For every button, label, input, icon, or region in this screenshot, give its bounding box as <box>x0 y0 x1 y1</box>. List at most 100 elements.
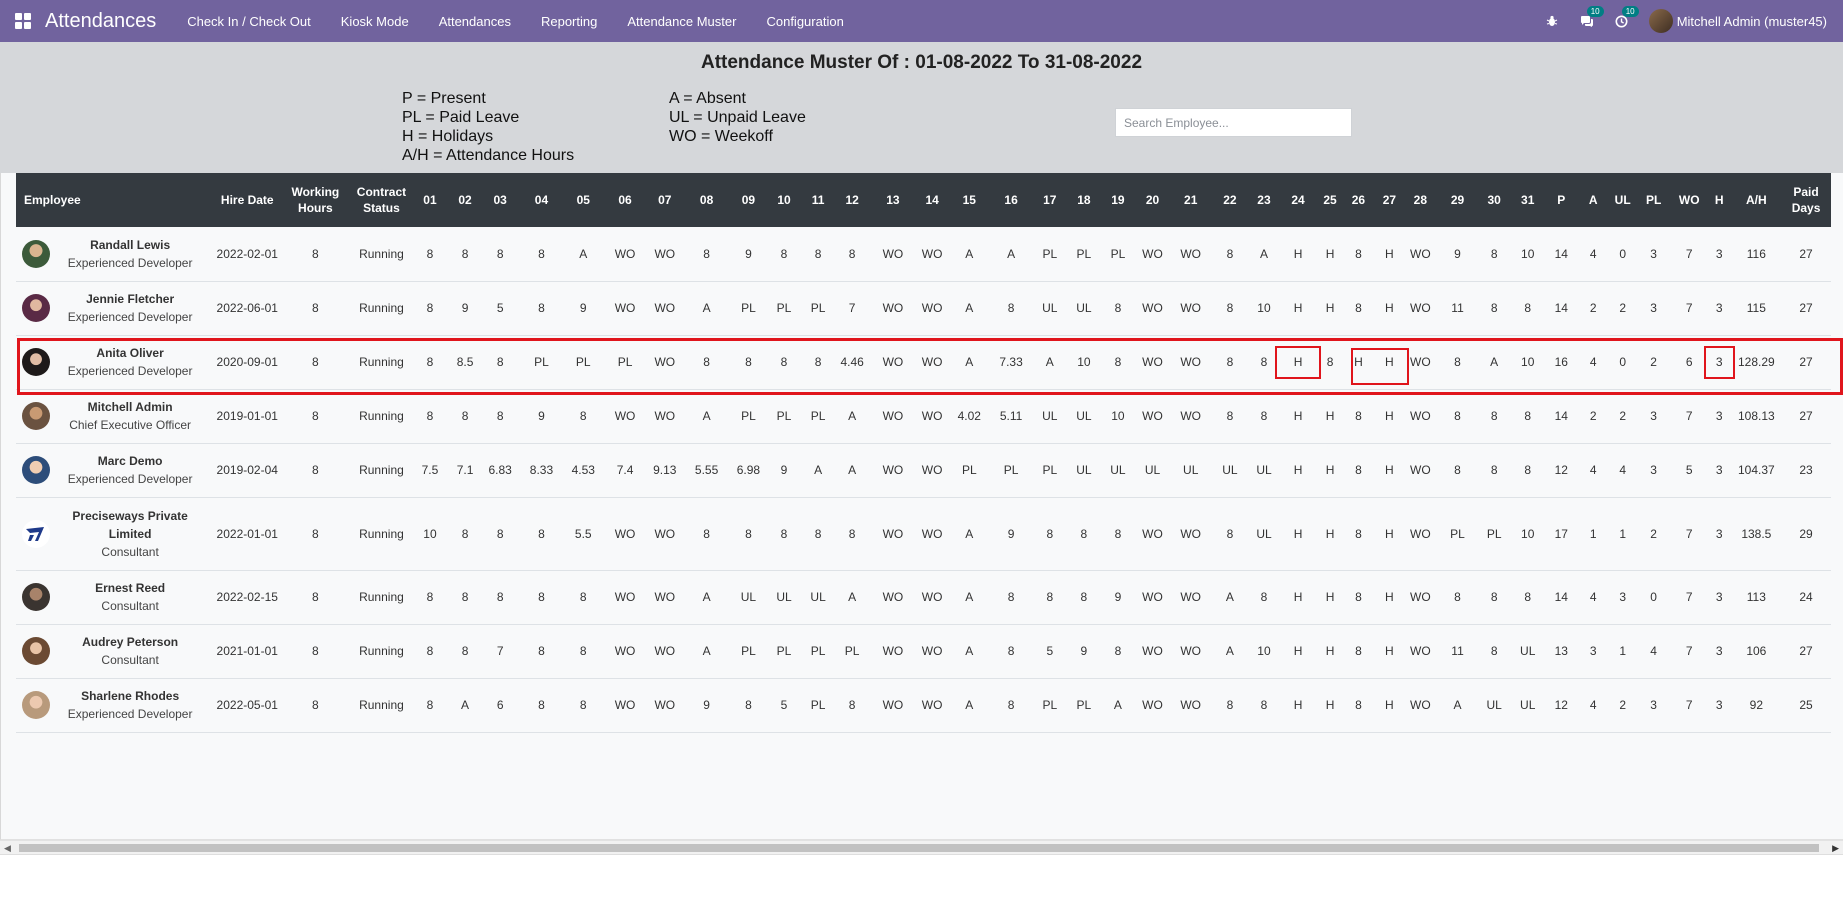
day-cell: H <box>1374 335 1405 390</box>
user-avatar[interactable] <box>1648 9 1673 33</box>
day-cell: 8 <box>1478 227 1510 282</box>
column-header: 03 <box>482 173 518 227</box>
day-cell: WO <box>601 281 649 336</box>
employee-cell[interactable]: Preciseways Private Limited Consultant <box>16 497 215 571</box>
table-row: Ernest Reed Consultant 2022-02-15 8 Running 8… <box>16 570 1831 625</box>
column-header: 22 <box>1210 173 1250 227</box>
day-cell: H <box>1374 389 1405 444</box>
scroll-left-arrow[interactable]: ◀ <box>4 843 11 854</box>
day-cell: 8 <box>1342 678 1375 733</box>
day-cell: UL <box>1249 443 1279 498</box>
user-menu-name[interactable]: Mitchell Admin (muster45) <box>1677 14 1827 29</box>
value-cell: 104.37 <box>1731 443 1782 498</box>
day-cell: H <box>1278 443 1318 498</box>
day-cell: WO <box>1171 389 1211 444</box>
value-cell: 3 <box>1706 624 1732 679</box>
messages-icon[interactable]: 10 <box>1579 6 1604 29</box>
day-cell: UL <box>1249 497 1279 571</box>
menu-check-in-out[interactable]: Check In / Check Out <box>172 14 326 29</box>
employee-job-title: Experienced Developer <box>67 364 193 378</box>
day-cell: WO <box>1133 335 1172 390</box>
day-cell: 8 <box>1210 281 1250 336</box>
day-cell: 8 <box>1249 570 1279 625</box>
value-cell: 27 <box>1781 335 1831 390</box>
employee-cell[interactable]: Jennie Fletcher Experienced Developer <box>16 281 215 336</box>
value-cell: Running <box>350 678 413 733</box>
day-cell: WO <box>914 443 951 498</box>
employee-cell[interactable]: Marc Demo Experienced Developer <box>16 443 215 498</box>
value-cell: 4 <box>1576 570 1610 625</box>
day-cell: 8 <box>732 335 765 390</box>
value-cell: 27 <box>1781 389 1831 444</box>
value-cell: Running <box>350 281 413 336</box>
menu-configuration[interactable]: Configuration <box>751 14 858 29</box>
value-cell: 3 <box>1706 227 1732 282</box>
day-cell: 8 <box>1210 335 1250 390</box>
day-cell: A <box>950 281 989 336</box>
day-cell: WO <box>1404 570 1437 625</box>
day-cell: A <box>803 443 833 498</box>
value-cell: 3 <box>1706 443 1732 498</box>
day-cell: 8 <box>1101 624 1134 679</box>
day-cell: 9 <box>732 227 765 282</box>
day-cell: 6 <box>482 678 518 733</box>
column-header: P <box>1545 173 1577 227</box>
value-cell: 16 <box>1545 335 1577 390</box>
day-cell: 10 <box>1101 389 1134 444</box>
day-cell: H <box>1278 389 1318 444</box>
column-header: Hire Date <box>214 173 281 227</box>
attendance-muster-table: Employee Hire Date Working Hours Contract S… <box>16 173 1831 733</box>
app-title[interactable]: Attendances <box>45 10 156 33</box>
day-cell: 8 <box>565 624 602 679</box>
value-cell: 2 <box>1609 389 1636 444</box>
day-cell: PL <box>764 624 804 679</box>
menu-kiosk-mode[interactable]: Kiosk Mode <box>326 14 424 29</box>
day-cell: WO <box>1171 335 1211 390</box>
column-header: UL <box>1609 173 1636 227</box>
day-cell: 8 <box>1342 497 1375 571</box>
employee-cell[interactable]: Sharlene Rhodes Experienced Developer <box>16 678 215 733</box>
day-cell: WO <box>1404 389 1437 444</box>
day-cell: 8 <box>1509 570 1546 625</box>
employee-cell[interactable]: Mitchell Admin Chief Executive Officer <box>16 389 215 444</box>
horizontal-scrollbar[interactable]: ◀ ▶ <box>0 840 1843 854</box>
day-cell: WO <box>914 497 951 571</box>
value-cell: 1 <box>1609 624 1636 679</box>
day-cell: H <box>1374 443 1405 498</box>
menu-reporting[interactable]: Reporting <box>526 14 612 29</box>
employee-job-title: Experienced Developer <box>67 472 193 486</box>
column-header: 30 <box>1478 173 1510 227</box>
employee-cell[interactable]: Randall Lewis Experienced Developer <box>16 227 215 282</box>
day-cell: PL <box>517 335 566 390</box>
column-header: 19 <box>1101 173 1134 227</box>
activities-clock-icon[interactable]: 10 <box>1614 6 1639 29</box>
day-cell: PL <box>803 281 833 336</box>
menu-attendances[interactable]: Attendances <box>424 14 526 29</box>
day-cell: 8 <box>565 678 602 733</box>
day-cell: A <box>1436 678 1479 733</box>
day-cell: 8 <box>803 497 833 571</box>
day-cell: WO <box>914 570 951 625</box>
search-employee-input[interactable] <box>1115 108 1352 137</box>
column-header: 11 <box>803 173 833 227</box>
column-header: 12 <box>832 173 872 227</box>
scrollbar-thumb[interactable] <box>19 844 1819 852</box>
employee-cell[interactable]: Audrey Peterson Consultant <box>16 624 215 679</box>
day-cell: 7 <box>482 624 518 679</box>
employee-cell[interactable]: Anita Oliver Experienced Developer <box>16 335 215 390</box>
day-cell: UL <box>1171 443 1211 498</box>
day-cell: PL <box>732 281 765 336</box>
day-cell: 10 <box>1509 497 1546 571</box>
apps-menu-icon[interactable] <box>15 13 31 29</box>
column-header: 21 <box>1171 173 1211 227</box>
debug-bug-icon[interactable] <box>1544 13 1560 29</box>
day-cell: WO <box>601 389 649 444</box>
day-cell: 8 <box>988 570 1034 625</box>
day-cell: WO <box>914 678 951 733</box>
scroll-right-arrow[interactable]: ▶ <box>1832 843 1839 854</box>
day-cell: PL <box>803 678 833 733</box>
employee-cell[interactable]: Ernest Reed Consultant <box>16 570 215 625</box>
menu-attendance-muster[interactable]: Attendance Muster <box>612 14 751 29</box>
day-cell: 8 <box>1065 570 1102 625</box>
value-cell: 7 <box>1671 281 1707 336</box>
